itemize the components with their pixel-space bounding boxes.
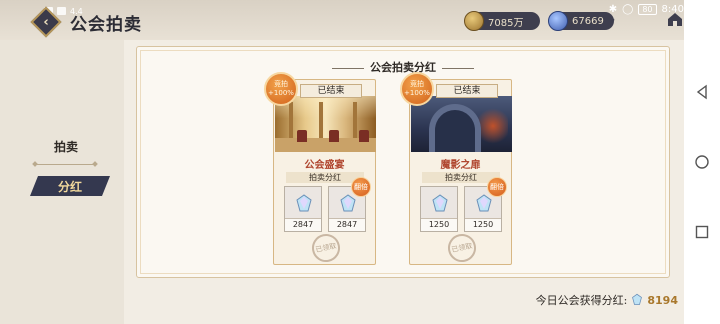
gem-amount: 67669: [572, 15, 604, 27]
sidebar-item-dividend[interactable]: 分红: [30, 176, 110, 196]
back-button[interactable]: ‹: [30, 6, 62, 38]
bluetooth-icon: ✱: [608, 4, 618, 15]
crystal-icon: [340, 194, 356, 212]
reward-slot[interactable]: 翻倍 2847: [328, 177, 371, 232]
sidebar-divider: [36, 164, 94, 165]
bid-bonus-badge: 竞拍 +100%: [400, 72, 434, 106]
card-image-gate: [411, 96, 512, 152]
auction-card: 竞拍 +100% 已结束 公会盛宴 拍卖分红 2847 翻倍 2847 已领取: [264, 72, 376, 265]
alarm-icon: ◯: [622, 4, 634, 15]
main-content: 公会拍卖分红 竞拍 +100% 已结束 公会盛宴 拍卖分红 2847 翻倍 28…: [124, 40, 684, 324]
gate-arch: [429, 104, 481, 152]
home-icon[interactable]: [666, 10, 684, 28]
crystal-icon: [432, 194, 448, 212]
reward-value: 1250: [465, 218, 501, 231]
reward-value: 1250: [421, 218, 457, 231]
gold-amount: 7085万: [488, 17, 524, 29]
gem-icon: [548, 11, 568, 31]
sidebar-item-auction[interactable]: 拍卖: [20, 138, 112, 155]
panel-title: 公会拍卖分红: [137, 59, 669, 75]
reward-slot[interactable]: 2847: [284, 186, 322, 232]
reward-slot[interactable]: 1250: [420, 186, 458, 232]
page-title: 公会拍卖: [70, 15, 142, 35]
crystal-icon: [476, 194, 492, 212]
top-bar: 4.4 ‹ 公会拍卖 7085万 67669 + ✱ ◯ 80 8:40: [0, 0, 720, 40]
card-status: 已结束: [436, 84, 498, 98]
claimed-stamp: 已领取: [309, 231, 343, 265]
dividend-panel: 公会拍卖分红 竞拍 +100% 已结束 公会盛宴 拍卖分红 2847 翻倍 28…: [136, 46, 670, 278]
today-dividend-label: 今日公会获得分红:: [535, 294, 628, 307]
back-arrow-icon: ‹: [43, 14, 49, 30]
chair: [359, 130, 369, 142]
card-status: 已结束: [300, 84, 362, 98]
reward-slot[interactable]: 翻倍 1250: [464, 177, 507, 232]
nav-home-icon[interactable]: [694, 154, 710, 170]
chair: [297, 130, 307, 142]
badge-line-2: +100%: [404, 89, 430, 97]
chair: [329, 130, 339, 142]
today-dividend-amount: 8194: [647, 293, 678, 307]
card-name: 魔影之扉: [440, 160, 481, 171]
reward-value: 2847: [285, 218, 321, 231]
double-tag: 翻倍: [351, 177, 371, 197]
card-image-feast: [275, 96, 376, 152]
gold-coin-icon: [464, 11, 484, 31]
claimed-stamp: 已领取: [445, 231, 479, 265]
bid-bonus-badge: 竞拍 +100%: [264, 72, 298, 106]
battery-icon: 80: [638, 4, 657, 15]
fire-glow: [478, 106, 508, 146]
auction-card: 竞拍 +100% 已结束 魔影之扉 拍卖分红 1250 翻倍 1250 已领取: [400, 72, 512, 265]
sidebar: 拍卖 分红: [0, 40, 124, 324]
gold-counter: 7085万: [464, 11, 540, 31]
badge-line-2: +100%: [268, 89, 294, 97]
nav-back-icon[interactable]: [694, 84, 710, 100]
nav-recent-icon[interactable]: [694, 224, 710, 240]
badge-line-1: 竞拍: [410, 80, 424, 88]
system-nav-bar: [684, 0, 720, 324]
reward-value: 2847: [329, 218, 365, 231]
card-name: 公会盛宴: [304, 160, 345, 171]
crystal-icon: [296, 194, 312, 212]
badge-line-1: 竞拍: [274, 80, 288, 88]
today-dividend: 今日公会获得分红: 8194: [536, 292, 678, 308]
double-tag: 翻倍: [487, 177, 507, 197]
crystal-icon: [632, 293, 643, 305]
